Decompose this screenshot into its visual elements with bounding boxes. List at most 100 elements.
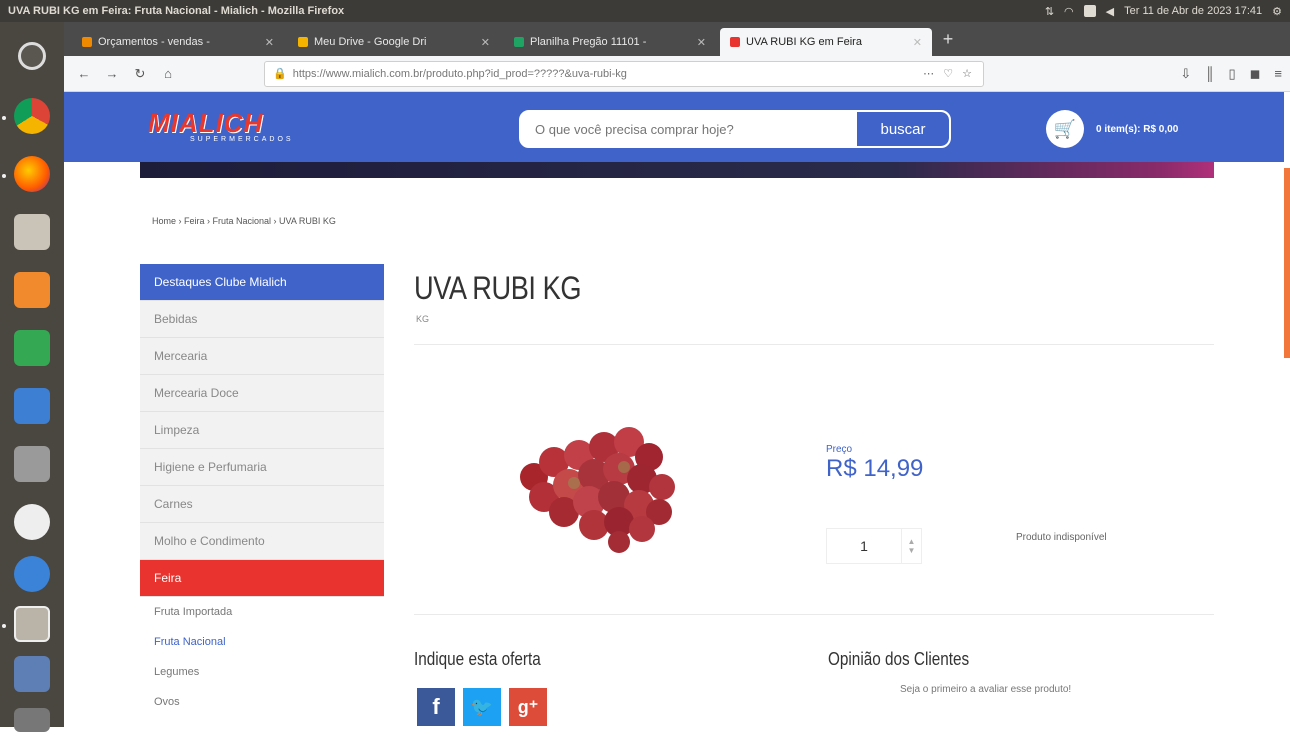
volume-icon[interactable]: ◀: [1106, 5, 1114, 18]
clock[interactable]: Ter 11 de Abr de 2023 17:41: [1124, 5, 1262, 17]
sidebar-item-carnes[interactable]: Carnes: [140, 486, 384, 523]
breadcrumb[interactable]: Home › Feira › Fruta Nacional › UVA RUBI…: [152, 216, 336, 226]
sidebar-icon[interactable]: ▯: [1228, 66, 1235, 82]
facebook-icon[interactable]: f: [417, 688, 455, 726]
window-title: UVA RUBI KG em Feira: Fruta Nacional - M…: [8, 5, 345, 17]
new-tab-button[interactable]: +: [936, 29, 960, 50]
os-top-bar: UVA RUBI KG em Feira: Fruta Nacional - M…: [0, 0, 1290, 22]
product-unit: KG: [416, 314, 430, 324]
back-button[interactable]: ←: [72, 62, 96, 86]
page-actions[interactable]: ⋯ ♡ ☆: [923, 67, 975, 80]
tab-meu-drive[interactable]: Meu Drive - Google Dri ✕: [288, 28, 500, 56]
tab-favicon: [730, 37, 740, 47]
subcategory-legumes[interactable]: Legumes: [140, 657, 384, 687]
running-indicator: [2, 624, 6, 628]
reviews-title: Opinião dos Clientes: [828, 649, 970, 669]
sidebar-item-mercearia[interactable]: Mercearia: [140, 338, 384, 375]
cart[interactable]: 🛒 0 item(s): R$ 0,00: [1046, 110, 1178, 148]
share-title: Indique esta oferta: [414, 649, 541, 669]
availability-status: Produto indisponível: [1016, 532, 1107, 543]
quantity-value[interactable]: 1: [827, 538, 901, 554]
tab-favicon: [298, 37, 308, 47]
sidebar-item-feira[interactable]: Feira: [140, 560, 384, 597]
search-button[interactable]: buscar: [855, 112, 949, 146]
chromium-icon[interactable]: [10, 552, 54, 596]
menu-icon[interactable]: ≡: [1274, 66, 1282, 82]
sidebar-item-higiene[interactable]: Higiene e Perfumaria: [140, 449, 384, 486]
cart-summary[interactable]: 0 item(s): R$ 0,00: [1096, 124, 1178, 135]
product-title: UVA RUBI KG: [414, 270, 582, 306]
product-image: [520, 427, 675, 553]
network-icon[interactable]: ⇅: [1045, 5, 1054, 18]
sidebar-item-destaques[interactable]: Destaques Clube Mialich: [140, 264, 384, 301]
home-button[interactable]: ⌂: [156, 62, 180, 86]
quantity-stepper[interactable]: 1 ▲ ▼: [826, 528, 922, 564]
grape-cluster-icon: [520, 427, 675, 553]
tab-favicon: [82, 37, 92, 47]
wifi-icon[interactable]: ◠: [1064, 5, 1074, 18]
lock-icon[interactable]: 🔒: [273, 67, 287, 80]
banner-strip: [140, 162, 1214, 178]
forward-button[interactable]: →: [100, 62, 124, 86]
product-price: R$ 14,99: [826, 455, 924, 482]
site-logo[interactable]: MIALICH SUPERMERCADOS: [148, 108, 318, 148]
url-text[interactable]: https://www.mialich.com.br/produto.php?i…: [293, 68, 923, 80]
close-icon[interactable]: ✕: [481, 36, 490, 49]
subcategory-fruta-importada[interactable]: Fruta Importada: [140, 597, 384, 627]
divider: [414, 344, 1214, 345]
nav-bar: ← → ↻ ⌂ 🔒 https://www.mialich.com.br/pro…: [64, 56, 1290, 92]
twitter-icon[interactable]: 🐦: [463, 688, 501, 726]
chrome-icon[interactable]: [10, 94, 54, 138]
firefox-icon[interactable]: [10, 152, 54, 196]
remote-desktop-icon[interactable]: [10, 652, 54, 696]
running-indicator: [2, 174, 6, 178]
site-header: MIALICH SUPERMERCADOS buscar 🛒 0 item(s)…: [64, 92, 1284, 162]
software-updater-icon[interactable]: [10, 500, 54, 544]
reload-button[interactable]: ↻: [128, 62, 152, 86]
running-indicator: [2, 116, 6, 120]
close-icon[interactable]: ✕: [265, 36, 274, 49]
writer-icon[interactable]: [10, 384, 54, 428]
sidebar-item-bebidas[interactable]: Bebidas: [140, 301, 384, 338]
url-bar[interactable]: 🔒 https://www.mialich.com.br/produto.php…: [264, 60, 984, 87]
sidebar-item-limpeza[interactable]: Limpeza: [140, 412, 384, 449]
category-sidebar: Destaques Clube Mialich Bebidas Merceari…: [140, 264, 384, 717]
chevron-down-icon[interactable]: ▼: [908, 546, 916, 555]
download-icon[interactable]: ⇩: [1180, 66, 1191, 82]
calc-icon[interactable]: [10, 326, 54, 370]
system-settings-icon[interactable]: [10, 442, 54, 486]
impress-icon[interactable]: [10, 268, 54, 312]
subcategory-fruta-nacional[interactable]: Fruta Nacional: [140, 627, 384, 657]
tab-uva-rubi[interactable]: UVA RUBI KG em Feira ✕: [720, 28, 932, 56]
chevron-up-icon[interactable]: ▲: [908, 537, 916, 546]
close-icon[interactable]: ✕: [913, 36, 922, 49]
workspace-icon[interactable]: [10, 698, 54, 742]
tab-orcamentos[interactable]: Orçamentos - vendas - ✕: [72, 28, 284, 56]
window-icon[interactable]: [10, 602, 54, 646]
tab-favicon: [514, 37, 524, 47]
search-input[interactable]: [521, 112, 855, 146]
sidebar-item-mercearia-doce[interactable]: Mercearia Doce: [140, 375, 384, 412]
system-tray[interactable]: ⇅ ◠ ◀ Ter 11 de Abr de 2023 17:41 ⚙: [1045, 5, 1290, 18]
reviews-empty-text[interactable]: Seja o primeiro a avaliar esse produto!: [900, 684, 1071, 695]
library-icon[interactable]: ║: [1205, 66, 1214, 82]
extension-icon[interactable]: ◼: [1250, 66, 1261, 82]
scrollbar-thumb[interactable]: [1284, 168, 1290, 358]
tab-planilha[interactable]: Planilha Pregão 11101 - ✕: [504, 28, 716, 56]
mail-icon[interactable]: [1083, 5, 1096, 17]
share-buttons: f 🐦 g⁺: [417, 688, 547, 726]
tab-strip: Orçamentos - vendas - ✕ Meu Drive - Goog…: [64, 22, 1290, 56]
quantity-arrows[interactable]: ▲ ▼: [901, 529, 921, 563]
close-icon[interactable]: ✕: [697, 36, 706, 49]
price-label: Preço: [826, 444, 853, 455]
settings-icon[interactable]: ⚙: [1272, 5, 1282, 18]
site-search: buscar: [519, 110, 951, 148]
divider: [414, 614, 1214, 615]
cart-icon[interactable]: 🛒: [1046, 110, 1084, 148]
files-icon[interactable]: [10, 210, 54, 254]
search-dash-icon[interactable]: [10, 34, 54, 78]
subcategory-ovos[interactable]: Ovos: [140, 687, 384, 717]
web-page: MIALICH SUPERMERCADOS buscar 🛒 0 item(s)…: [64, 92, 1290, 727]
sidebar-item-molho[interactable]: Molho e Condimento: [140, 523, 384, 560]
google-plus-icon[interactable]: g⁺: [509, 688, 547, 726]
